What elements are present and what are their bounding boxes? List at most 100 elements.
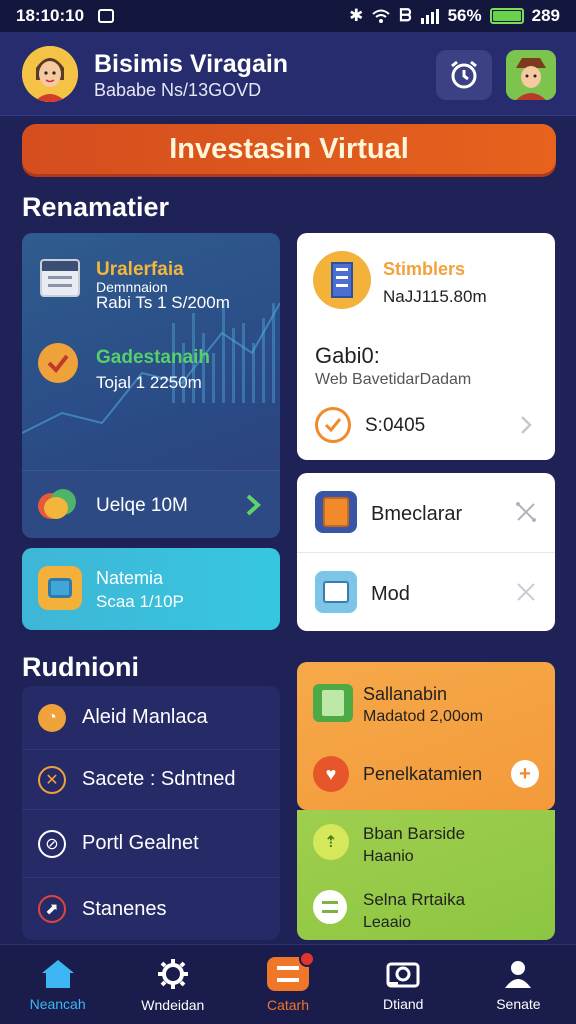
market-card-footer[interactable]: Uelqe 10M	[22, 470, 280, 538]
expand-icon[interactable]	[515, 581, 537, 603]
profile-avatar[interactable]	[22, 46, 78, 102]
orange-item1-title: Sallanabin	[363, 684, 448, 704]
nav-dashboard[interactable]: Catarh	[230, 945, 345, 1024]
market-footer-label: Uelqe 10M	[96, 495, 188, 516]
portfolio-card[interactable]: Stimblers NaJJ115.80m Gabi0: Web Bavetid…	[297, 233, 555, 460]
expand-icon[interactable]	[515, 501, 537, 523]
status-right-time: 289	[531, 6, 560, 25]
gear-icon	[157, 958, 188, 989]
nav-label: Catarh	[266, 996, 310, 1013]
orange-row-2[interactable]: ♥ Penelkatamien +	[297, 742, 555, 810]
green-card: ⇡ Bban Barside Haanio Selna Rrtaika Leaa…	[297, 810, 555, 940]
section-title-recommendations: Renamatier	[22, 192, 170, 222]
heart-icon: ♥	[313, 756, 349, 792]
alarm-button[interactable]	[436, 50, 492, 100]
list-icon	[313, 890, 347, 924]
shortcut-card: Bmeclarar Mod	[297, 473, 555, 631]
invest-banner-button[interactable]: Investasin Virtual	[22, 124, 556, 174]
add-button[interactable]: +	[511, 760, 539, 788]
orange-row-1[interactable]: Sallanabin Madatod 2,00om	[297, 662, 555, 742]
nav-label: Dtiand	[382, 995, 424, 1012]
portfolio-check-label: S:0405	[365, 415, 426, 436]
chevron-right-icon	[246, 494, 261, 516]
shortcut-label-2: Mod	[371, 583, 410, 605]
nav-label: Neancah	[29, 995, 86, 1012]
section-title-recent: Rudnioni	[22, 652, 139, 682]
shortcut-label-1: Bmeclarar	[371, 503, 463, 525]
battery-percent: 56%	[447, 6, 482, 25]
portfolio-desc: Web BavetidarDadam	[315, 371, 472, 388]
green-row-1[interactable]: ⇡ Bban Barside Haanio	[297, 810, 555, 876]
compass-icon: ⊘	[38, 829, 66, 858]
app-header: Bisimis Viragain Bababe Ns/13GOVD	[0, 32, 576, 116]
green-item1-title: Bban Barside	[363, 824, 466, 843]
user-id: Bababe Ns/13GOVD	[94, 80, 262, 100]
status-time: 18:10:10	[16, 6, 85, 25]
teal-card-title: Natemia	[96, 568, 164, 588]
green-item2-sub: Leaaio	[363, 914, 412, 931]
nav-media[interactable]: Dtiand	[346, 945, 461, 1024]
orange-item1-sub: Madatod 2,00om	[363, 708, 484, 725]
calendar-icon	[40, 259, 80, 297]
notification-badge	[299, 950, 315, 967]
market-item1-sub2: Rabi Ts 1 S/200m	[96, 293, 230, 312]
nav-home[interactable]: Neancah	[0, 945, 115, 1024]
list-item-label: Sacete : Sdntned	[82, 768, 236, 790]
shortcut-row-1[interactable]: Bmeclarar	[297, 473, 555, 553]
market-item2-title: Gadestanaih	[96, 347, 211, 368]
nav-label: Senate	[496, 995, 541, 1012]
wifi-icon	[372, 9, 390, 23]
status-bar: 18:10:10 ✱ ᗷ 56% 289	[0, 0, 576, 32]
list-item-label: Aleid Manlaca	[82, 706, 208, 728]
clock-icon: ◔	[38, 703, 66, 732]
nav-label: Wndeidan	[141, 996, 205, 1013]
market-item1-title: Uralerfaia	[96, 259, 184, 280]
shop-icon	[315, 571, 357, 613]
user-name: Bisimis Viragain	[94, 50, 289, 78]
home-icon	[41, 959, 74, 988]
dashboard-icon	[267, 950, 315, 991]
portfolio-amount: NaJJ115.80m	[383, 287, 487, 306]
battery-icon	[489, 8, 524, 24]
green-row-2[interactable]: Selna Rrtaika Leaaio	[297, 876, 555, 940]
wallet-icon	[38, 566, 82, 610]
orange-card: Sallanabin Madatod 2,00om ♥ Penelkatamie…	[297, 662, 555, 810]
nav-settings[interactable]: Wndeidan	[115, 945, 230, 1024]
green-item2-title: Selna Rrtaika	[363, 890, 466, 909]
shortcut-row-2[interactable]: Mod	[297, 553, 555, 631]
bottom-nav: Neancah Wndeidan Catarh Dtiand Senate	[0, 944, 576, 1024]
list-item-label: Portl Gealnet	[82, 832, 199, 854]
green-item1-sub: Haanio	[363, 848, 414, 865]
bluetooth-icon: ✱	[349, 6, 364, 25]
signal-icon	[420, 9, 439, 24]
teal-card-sub: Scaa 1/10P	[96, 592, 184, 611]
chevron-right-icon[interactable]	[519, 415, 533, 435]
secondary-avatar[interactable]	[506, 50, 556, 100]
camera-icon	[386, 962, 420, 987]
growth-icon: ⇡	[313, 824, 349, 860]
check-circle-icon	[315, 407, 351, 443]
message-icon	[98, 9, 115, 23]
market-card[interactable]: Uralerfaia Demnnaion Rabi Ts 1 S/200m Ga…	[22, 233, 280, 538]
market-item2-sub: Tojal 1 2250m	[96, 373, 202, 392]
report-icon	[313, 684, 353, 722]
portfolio-heading: Gabi0:	[315, 343, 380, 368]
portfolio-title: Stimblers	[383, 259, 466, 279]
teal-card[interactable]: Natemia Scaa 1/10P	[22, 548, 280, 630]
nav-profile[interactable]: Senate	[461, 945, 576, 1024]
speed-icon: ⬈	[38, 895, 66, 923]
document-icon	[315, 491, 357, 533]
user-icon	[505, 960, 532, 988]
coins-icon	[38, 487, 78, 523]
alarm-clock-icon	[451, 60, 477, 89]
nfc-icon: ᗷ	[399, 6, 412, 25]
building-icon	[313, 251, 371, 309]
tools-icon: ✕	[38, 765, 66, 794]
list-item-label: Stanenes	[82, 897, 167, 920]
list-item[interactable]: ⊘ Portl Gealnet	[22, 810, 280, 878]
list-item[interactable]: ✕ Sacete : Sdntned	[22, 750, 280, 810]
list-item[interactable]: ⬈ Stanenes	[22, 878, 280, 940]
orange-item2-title: Penelkatamien	[363, 764, 483, 784]
list-item[interactable]: ◔ Aleid Manlaca	[22, 686, 280, 750]
checkmark-badge-icon	[38, 343, 78, 383]
